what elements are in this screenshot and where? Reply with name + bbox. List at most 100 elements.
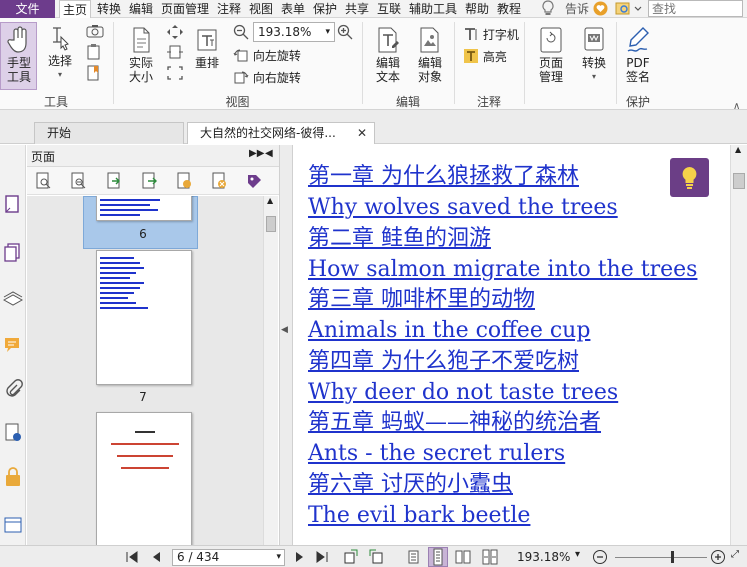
continuous-page-button[interactable] [428, 547, 448, 567]
collapse-left-icon[interactable]: ◀ [281, 325, 288, 335]
toc-link[interactable]: 第五章 蚂蚁——神秘的统治者 [308, 410, 601, 436]
zoom-out-icon[interactable] [233, 24, 249, 43]
zoom-out-circle-icon[interactable] [592, 549, 608, 565]
chevron-down-icon[interactable]: ▾ [276, 550, 281, 565]
zoom-select[interactable]: 193.18% ▾ [253, 22, 335, 42]
pdf-sign-button[interactable]: PDF 签名 [620, 26, 656, 84]
panel-splitter[interactable]: ◀ [279, 145, 293, 545]
tips-button[interactable] [670, 158, 709, 197]
toc-link[interactable]: Why wolves saved the trees [308, 195, 618, 221]
thumbnail-page-7[interactable] [96, 250, 192, 385]
thumbnail-page-6[interactable] [96, 196, 192, 221]
menu-protect[interactable]: 保护 [313, 0, 337, 18]
page-properties-icon[interactable] [245, 172, 263, 190]
menu-tutorial[interactable]: 教程 [497, 0, 521, 18]
lightbulb-icon[interactable] [541, 0, 555, 18]
convert-button[interactable]: 转换 ▾ [576, 26, 612, 84]
zoom-slider-thumb[interactable] [671, 551, 675, 563]
menu-edit[interactable]: 编辑 [129, 0, 153, 18]
fit-page-icon[interactable] [166, 24, 184, 43]
add-page-icon[interactable] [175, 172, 193, 190]
previous-view-icon[interactable] [343, 549, 359, 565]
toc-link[interactable]: 第三章 咖啡杯里的动物 [308, 287, 535, 313]
zoom-in-page-icon[interactable] [35, 172, 53, 190]
scroll-thumb[interactable] [266, 216, 276, 232]
menu-page-manage[interactable]: 页面管理 [161, 0, 209, 18]
fit-width-icon[interactable] [166, 44, 184, 63]
collapse-panel-icon[interactable]: ◀ [265, 148, 273, 159]
toc-link[interactable]: How salmon migrate into the trees [308, 257, 697, 283]
scroll-thumb[interactable] [733, 173, 745, 189]
reflow-button[interactable]: 重排 [190, 26, 224, 70]
menu-home[interactable]: 主页 [59, 0, 92, 19]
typewriter-button[interactable]: 打字机 [463, 27, 519, 42]
select-tool-button[interactable]: 选择 ▾ [44, 26, 76, 82]
menu-share[interactable]: 共享 [345, 0, 369, 18]
toc-link[interactable]: 第一章 为什么狼拯救了森林 [308, 164, 579, 190]
fullscreen-icon[interactable]: ⤢ [731, 549, 739, 560]
thumbnail-scrollbar[interactable]: ▲ [263, 196, 278, 545]
continuous-facing-icon[interactable] [482, 549, 498, 565]
hand-tool[interactable]: 手型 工具 [1, 26, 37, 84]
clipboard-icon[interactable] [86, 44, 104, 63]
zoom-in-icon[interactable] [337, 24, 353, 43]
extract-page-icon[interactable] [140, 172, 158, 190]
toc-link[interactable]: 第六章 讨厌的小蠹虫 [308, 472, 513, 498]
toc-link[interactable]: Why deer do not taste trees [308, 380, 618, 406]
page-number-input[interactable]: 6 / 434 ▾ [172, 549, 285, 566]
menu-comment[interactable]: 注释 [217, 0, 241, 18]
menu-help[interactable]: 帮助 [465, 0, 489, 18]
tell-me-label[interactable]: 告诉 [565, 0, 589, 18]
comments-icon[interactable] [3, 335, 23, 355]
document-view[interactable]: 第一章 为什么狼拯救了森林 Why wolves saved the trees… [294, 145, 730, 545]
menu-connect[interactable]: 互联 [377, 0, 401, 18]
zoom-in-circle-icon[interactable] [710, 549, 726, 565]
toc-link[interactable]: 第四章 为什么狍子不爱吃树 [308, 349, 579, 375]
fit-visible-icon[interactable] [166, 65, 184, 84]
layers-icon[interactable] [3, 288, 23, 308]
menu-convert[interactable]: 转换 [97, 0, 121, 18]
zoom-slider[interactable] [615, 557, 707, 558]
zoom-percentage[interactable]: 193.18% [517, 550, 570, 564]
bookmark-icon[interactable] [86, 65, 104, 84]
tab-start[interactable]: 开始 [34, 122, 184, 144]
edit-object-button[interactable]: 编辑 对象 [410, 26, 450, 84]
menu-form[interactable]: 表单 [281, 0, 305, 18]
search-folder-icon[interactable] [615, 1, 643, 19]
rotate-left-button[interactable]: 向左旋转 [233, 48, 301, 63]
lock-icon[interactable] [3, 467, 23, 487]
signature-panel-icon[interactable] [3, 423, 23, 443]
edit-text-button[interactable]: 编辑 文本 [370, 26, 406, 84]
snapshot-icon[interactable] [86, 24, 104, 41]
heart-icon[interactable] [593, 1, 608, 19]
menu-view[interactable]: 视图 [249, 0, 273, 18]
document-scrollbar[interactable]: ▲ [730, 145, 747, 545]
menu-accessibility[interactable]: 辅助工具 [409, 0, 457, 18]
tab-document[interactable]: 大自然的社交网络-彼得... ✕ [187, 122, 375, 144]
toc-link[interactable]: Ants - the secret rulers [308, 441, 565, 467]
highlight-button[interactable]: 高亮 [463, 49, 507, 64]
close-icon[interactable]: ✕ [357, 123, 367, 143]
page-manage-button[interactable]: 页面 管理 [530, 26, 572, 84]
next-page-icon[interactable] [291, 549, 307, 565]
previous-page-icon[interactable] [149, 549, 165, 565]
pages-panel-icon[interactable] [3, 195, 23, 215]
single-page-icon[interactable] [405, 549, 421, 565]
insert-page-icon[interactable] [105, 172, 123, 190]
scroll-up-icon[interactable]: ▲ [735, 145, 741, 154]
scroll-up-icon[interactable]: ▲ [267, 196, 273, 205]
search-input[interactable] [648, 0, 743, 17]
chevron-down-icon[interactable]: ▾ [325, 23, 330, 41]
first-page-icon[interactable] [124, 549, 140, 565]
file-menu-button[interactable]: 文件 [0, 0, 55, 18]
toc-link[interactable]: Animals in the coffee cup [308, 318, 590, 344]
next-view-icon[interactable] [368, 549, 384, 565]
layers-copy-icon[interactable] [3, 243, 23, 263]
expand-panel-icon[interactable]: ▶▶ [249, 148, 264, 159]
select-dropdown-icon[interactable]: ▾ [44, 68, 76, 82]
actual-size-button[interactable]: 实际 大小 [123, 26, 159, 84]
thumbnail-page-8[interactable] [96, 412, 192, 545]
last-page-icon[interactable] [314, 549, 330, 565]
delete-page-icon[interactable] [210, 172, 228, 190]
zoom-dropdown-icon[interactable]: ▾ [575, 549, 580, 560]
